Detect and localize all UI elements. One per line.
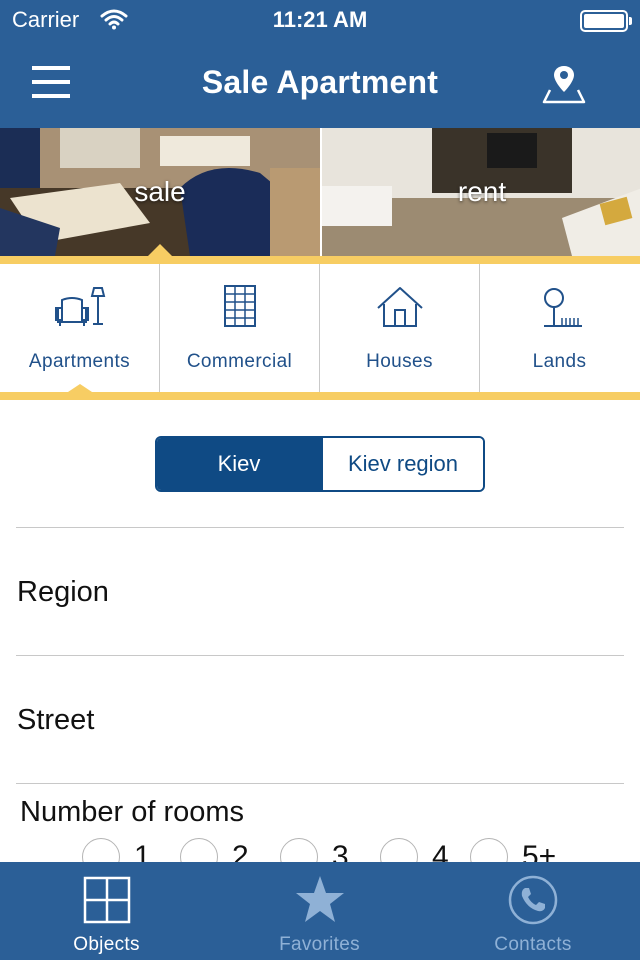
- category-selected-pointer: [68, 384, 92, 392]
- status-bar: Carrier 11:21 AM: [0, 0, 640, 40]
- bottom-tab-bar: Objects Favorites Contacts: [0, 862, 640, 960]
- tab-label: Contacts: [494, 934, 572, 955]
- region-field[interactable]: Region: [17, 576, 109, 609]
- accent-divider: [0, 256, 640, 264]
- tab-contacts[interactable]: Contacts: [426, 862, 640, 960]
- category-label: Commercial: [186, 351, 293, 372]
- category-houses[interactable]: Houses: [320, 264, 480, 392]
- category-label: Houses: [366, 351, 433, 372]
- sale-label: sale: [134, 176, 186, 207]
- nav-bar: Sale Apartment: [0, 40, 640, 128]
- map-pin-icon[interactable]: [540, 60, 588, 108]
- category-lands[interactable]: Lands: [480, 264, 640, 392]
- rent-label: rent: [457, 176, 507, 207]
- location-segmented-control: Kiev Kiev region: [155, 436, 485, 492]
- category-apartments[interactable]: Apartments: [0, 264, 160, 392]
- rent-tile[interactable]: rent: [320, 128, 640, 256]
- accent-divider: [0, 392, 640, 400]
- star-icon: [295, 876, 344, 922]
- house-icon: [376, 287, 423, 327]
- category-label: Lands: [532, 351, 587, 372]
- category-commercial[interactable]: Commercial: [160, 264, 320, 392]
- category-label: Apartments: [28, 351, 131, 372]
- tab-objects[interactable]: Objects: [0, 862, 213, 960]
- status-time: 11:21 AM: [272, 7, 368, 32]
- tab-label: Favorites: [279, 934, 360, 955]
- segment-kiev-region[interactable]: Kiev region: [321, 438, 483, 490]
- office-building-icon: [223, 285, 256, 327]
- row-divider: [16, 527, 624, 528]
- selected-pointer: [148, 244, 172, 256]
- battery-icon: [580, 10, 632, 32]
- tab-favorites[interactable]: Favorites: [213, 862, 426, 960]
- row-divider: [16, 783, 624, 784]
- deal-type-selector: sale rent: [0, 128, 640, 256]
- phone-icon: [508, 875, 558, 925]
- tree-fence-icon: [544, 288, 582, 327]
- tab-label: Objects: [73, 934, 140, 955]
- armchair-lamp-icon: [54, 287, 105, 326]
- top-header: Carrier 11:21 AM Sale Apartment: [0, 0, 640, 128]
- segment-kiev[interactable]: Kiev: [157, 438, 321, 490]
- sale-tile[interactable]: sale: [0, 128, 320, 256]
- category-bar: Apartments Commercial Houses Lands: [0, 264, 640, 392]
- street-field[interactable]: Street: [17, 704, 94, 737]
- rooms-label: Number of rooms: [20, 796, 245, 828]
- row-divider: [16, 655, 624, 656]
- grid-icon: [83, 876, 130, 924]
